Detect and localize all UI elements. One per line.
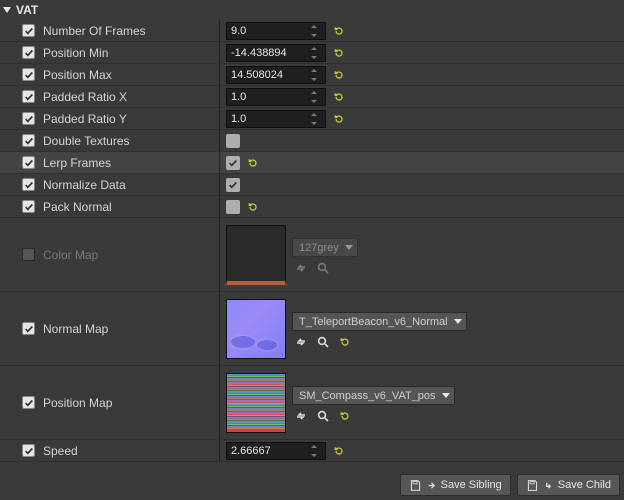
browse-button[interactable] <box>316 261 330 275</box>
override-checkbox[interactable] <box>22 46 35 59</box>
override-checkbox[interactable] <box>22 134 35 147</box>
prop-label: Padded Ratio X <box>43 90 127 104</box>
prop-label: Padded Ratio Y <box>43 112 127 126</box>
reset-button[interactable] <box>332 112 345 125</box>
override-checkbox[interactable] <box>22 68 35 81</box>
row-color-map: Color Map 127grey <box>0 218 624 292</box>
row-pad-y: Padded Ratio Y 1.0 <box>0 108 624 130</box>
row-normalize-data: Normalize Data <box>0 174 624 196</box>
chevron-down-icon <box>454 319 462 324</box>
num-frames-input[interactable]: 9.0 <box>226 22 326 40</box>
chevron-down-icon <box>442 393 450 398</box>
pad-y-input[interactable]: 1.0 <box>226 110 326 128</box>
double-textures-checkbox[interactable] <box>226 134 240 148</box>
override-checkbox-unchecked[interactable] <box>22 248 35 261</box>
position-map-dropdown[interactable]: SM_Compass_v6_VAT_pos <box>292 386 455 405</box>
chevron-down-icon <box>345 245 353 250</box>
override-checkbox[interactable] <box>22 200 35 213</box>
pos-max-input[interactable]: 14.508024 <box>226 66 326 84</box>
pos-min-input[interactable]: -14.438894 <box>226 44 326 62</box>
reset-button[interactable] <box>332 46 345 59</box>
browse-button[interactable] <box>316 335 330 349</box>
normalize-data-checkbox[interactable] <box>226 178 240 192</box>
reset-button[interactable] <box>332 90 345 103</box>
normal-map-dropdown[interactable]: T_TeleportBeacon_v6_Normal <box>292 312 467 331</box>
position-map-thumbnail[interactable] <box>226 373 286 433</box>
speed-input[interactable]: 2.66667 <box>226 442 326 460</box>
category-title: VAT <box>16 3 38 17</box>
details-panel: VAT Number Of Frames 9.0 <box>0 0 624 500</box>
row-position-map: Position Map SM_Compass_v6_VAT_pos <box>0 366 624 440</box>
labelcol: Number Of Frames <box>0 20 220 41</box>
override-checkbox[interactable] <box>22 396 35 409</box>
row-pad-x: Padded Ratio X 1.0 <box>0 86 624 108</box>
row-pos-max: Position Max 14.508024 <box>0 64 624 86</box>
prop-label: Normal Map <box>43 322 108 336</box>
prop-label: Normalize Data <box>43 178 126 192</box>
reset-button[interactable] <box>246 156 259 169</box>
prop-label: Position Max <box>43 68 112 82</box>
use-selected-button[interactable] <box>294 409 308 423</box>
color-map-dropdown[interactable]: 127grey <box>292 238 358 257</box>
override-checkbox[interactable] <box>22 322 35 335</box>
row-lerp-frames: Lerp Frames <box>0 152 624 174</box>
reset-button[interactable] <box>338 336 351 349</box>
prop-label: Lerp Frames <box>43 156 111 170</box>
spinner-icon[interactable] <box>311 47 321 59</box>
prop-label: Position Min <box>43 46 108 60</box>
prop-label: Pack Normal <box>43 200 112 214</box>
override-checkbox[interactable] <box>22 24 35 37</box>
category-header-vat[interactable]: VAT <box>0 0 624 20</box>
row-normal-map: Normal Map T_TeleportBeacon_v6_Normal <box>0 292 624 366</box>
footer-bar: Save Sibling Save Child <box>400 474 620 496</box>
save-icon <box>526 479 539 492</box>
row-num-frames: Number Of Frames 9.0 <box>0 20 624 42</box>
prop-label: Position Map <box>43 396 112 410</box>
reset-button[interactable] <box>246 200 259 213</box>
spinner-icon[interactable] <box>311 445 321 457</box>
spinner-icon[interactable] <box>311 25 321 37</box>
normal-map-thumbnail[interactable] <box>226 299 286 359</box>
spinner-icon[interactable] <box>311 69 321 81</box>
pack-normal-checkbox[interactable] <box>226 200 240 214</box>
save-child-button[interactable]: Save Child <box>517 474 620 496</box>
row-pack-normal: Pack Normal <box>0 196 624 218</box>
reset-button[interactable] <box>332 444 345 457</box>
override-checkbox[interactable] <box>22 112 35 125</box>
row-double-textures: Double Textures <box>0 130 624 152</box>
reset-button[interactable] <box>332 24 345 37</box>
row-speed: Speed 2.66667 <box>0 440 624 462</box>
override-checkbox[interactable] <box>22 444 35 457</box>
use-selected-button[interactable] <box>294 261 308 275</box>
pad-x-input[interactable]: 1.0 <box>226 88 326 106</box>
prop-label: Number Of Frames <box>43 24 146 38</box>
prop-label: Speed <box>43 444 78 458</box>
use-selected-button[interactable] <box>294 335 308 349</box>
spinner-icon[interactable] <box>311 91 321 103</box>
row-pos-min: Position Min -14.438894 <box>0 42 624 64</box>
color-map-thumbnail[interactable] <box>226 225 286 285</box>
reset-button[interactable] <box>332 68 345 81</box>
arrow-right-icon <box>427 481 436 490</box>
override-checkbox[interactable] <box>22 156 35 169</box>
prop-label: Color Map <box>43 248 98 262</box>
save-icon <box>409 479 422 492</box>
arrow-down-right-icon <box>544 481 553 490</box>
save-sibling-button[interactable]: Save Sibling <box>400 474 511 496</box>
lerp-frames-checkbox[interactable] <box>226 156 240 170</box>
expand-arrow-icon <box>3 7 11 13</box>
prop-label: Double Textures <box>43 134 130 148</box>
spinner-icon[interactable] <box>311 113 321 125</box>
override-checkbox[interactable] <box>22 178 35 191</box>
override-checkbox[interactable] <box>22 90 35 103</box>
reset-button[interactable] <box>338 410 351 423</box>
browse-button[interactable] <box>316 409 330 423</box>
